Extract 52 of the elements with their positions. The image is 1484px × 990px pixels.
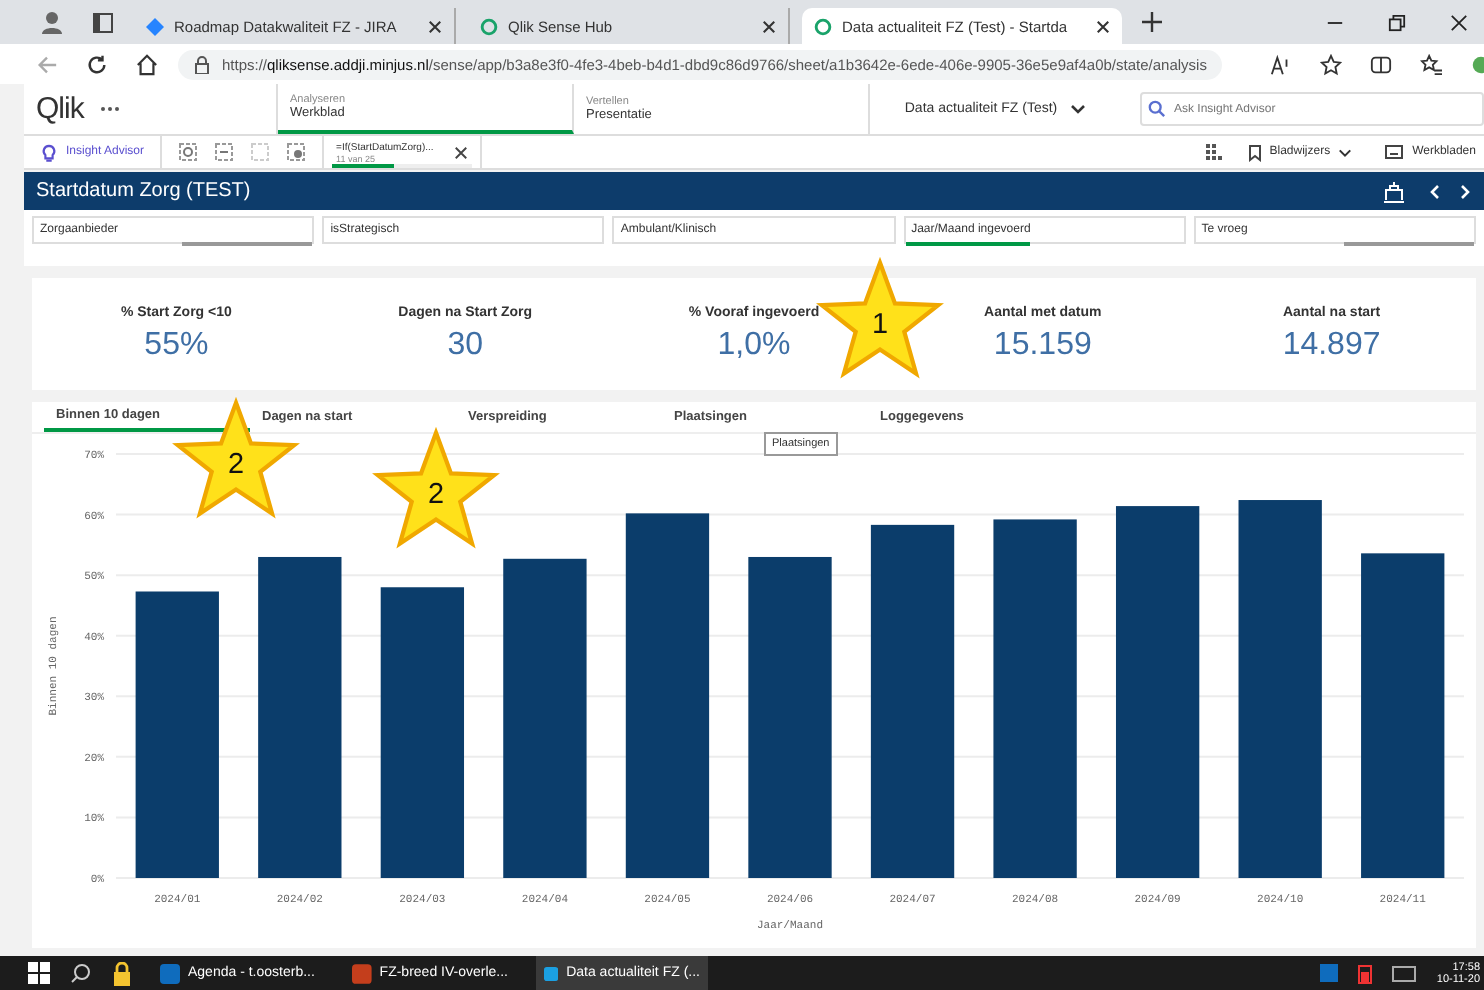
close-icon[interactable] <box>1096 19 1110 33</box>
lightbulb-icon <box>40 143 58 161</box>
diamond-icon <box>146 17 164 35</box>
split-screen-icon[interactable] <box>1370 53 1393 75</box>
start-icon[interactable] <box>28 962 50 984</box>
battery-icon[interactable] <box>1358 963 1373 983</box>
new-tab-icon[interactable] <box>1142 12 1162 32</box>
close-icon[interactable] <box>453 145 468 159</box>
restore-icon[interactable] <box>1388 13 1406 31</box>
ring-icon <box>480 17 498 35</box>
profile-icon[interactable] <box>40 10 64 34</box>
kpi-value: 1,0% <box>717 327 791 363</box>
bookmark-icon <box>1247 143 1262 161</box>
next-sheet-icon[interactable] <box>1460 183 1472 199</box>
app-icon <box>160 963 180 983</box>
ring-icon <box>814 17 832 35</box>
bar[interactable] <box>380 587 465 878</box>
chevron-down-icon[interactable] <box>1069 104 1086 114</box>
step-back-icon[interactable] <box>214 142 235 162</box>
kpi-value: 14.897 <box>1282 327 1381 363</box>
chevron-down-icon <box>1338 147 1353 157</box>
qlik-logo[interactable]: Qlik <box>36 92 84 126</box>
kpi-value: 55% <box>144 327 209 363</box>
close-icon[interactable] <box>762 19 776 33</box>
star-icon[interactable] <box>1320 53 1343 75</box>
grid-icon[interactable] <box>1203 142 1224 162</box>
clear-selections-icon[interactable] <box>286 142 307 162</box>
search-icon <box>1148 100 1166 118</box>
kpi-value: 15.159 <box>993 327 1092 363</box>
smart-search-icon[interactable] <box>178 142 199 162</box>
close-icon[interactable] <box>1450 13 1468 31</box>
bar[interactable] <box>870 524 955 878</box>
sheets-icon <box>1384 144 1405 160</box>
read-aloud-icon[interactable] <box>1270 53 1293 75</box>
close-icon[interactable] <box>428 19 442 33</box>
app-icon <box>544 963 559 983</box>
home-icon[interactable] <box>136 53 158 75</box>
favorites-icon[interactable] <box>1420 53 1443 75</box>
refresh-icon[interactable] <box>86 53 108 75</box>
kpi-value: 30 <box>447 327 483 363</box>
outlook-tray-icon[interactable] <box>1320 964 1339 982</box>
app-icon <box>352 963 372 983</box>
previous-sheet-icon[interactable] <box>1428 183 1440 199</box>
bar[interactable] <box>625 513 710 878</box>
tab-actions-icon[interactable] <box>92 11 114 33</box>
bar[interactable] <box>1115 506 1200 878</box>
padlock-icon[interactable] <box>112 961 132 985</box>
sheet-title: Startdatum Zorg (TEST) <box>36 180 251 202</box>
keyboard-icon[interactable] <box>1392 965 1417 981</box>
lock-icon <box>194 55 210 73</box>
search-icon[interactable] <box>70 962 92 984</box>
more-icon[interactable] <box>99 106 120 112</box>
